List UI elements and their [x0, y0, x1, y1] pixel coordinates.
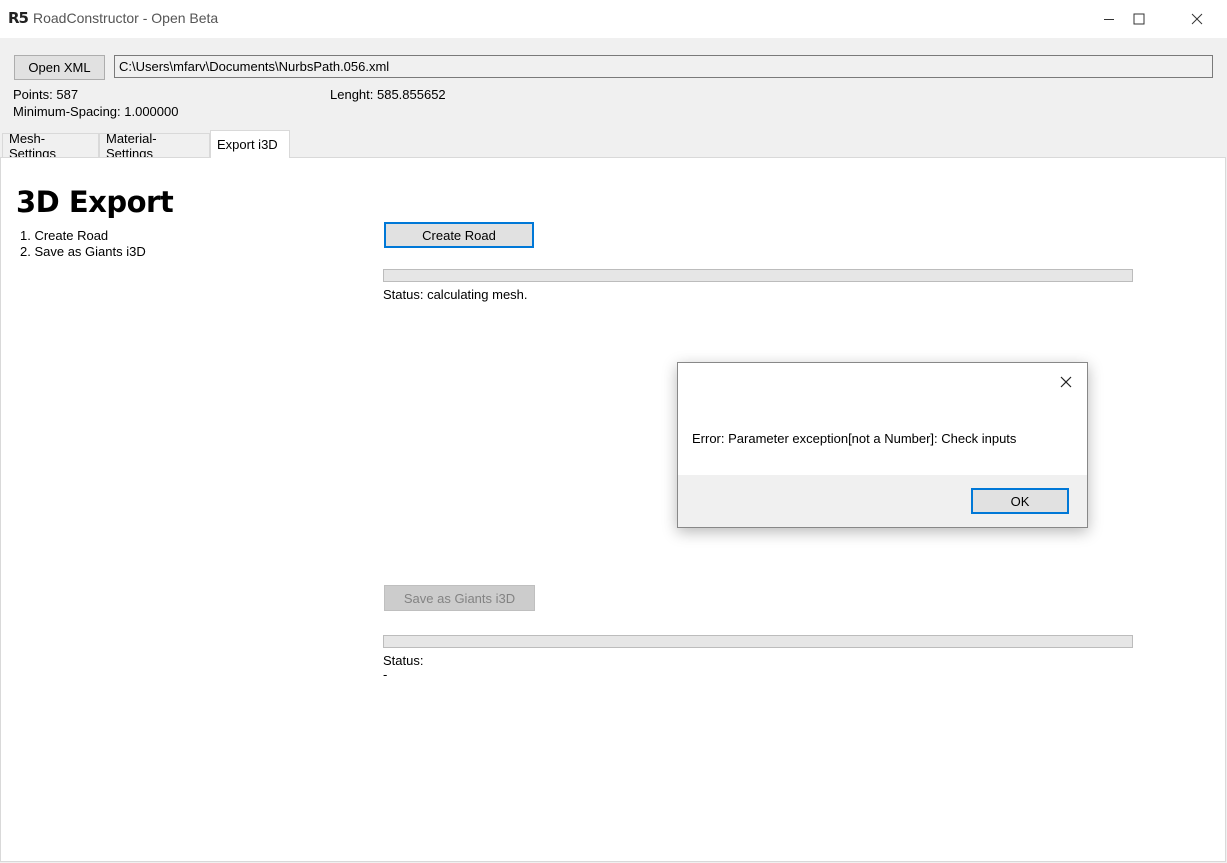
save-status: Status:	[383, 653, 424, 668]
ok-button[interactable]: OK	[971, 488, 1069, 514]
page-title: 3D Export	[16, 185, 174, 219]
window-title: RoadConstructor - Open Beta	[33, 10, 219, 26]
create-progress-bar	[383, 269, 1133, 282]
dialog-message: Error: Parameter exception[not a Number]…	[692, 431, 1017, 446]
close-button[interactable]	[1174, 0, 1220, 38]
dialog-close-button[interactable]	[1052, 369, 1080, 395]
create-status: Status: calculating mesh.	[383, 287, 528, 302]
create-road-button[interactable]: Create Road	[384, 222, 534, 248]
save-giants-i3d-button[interactable]: Save as Giants i3D	[384, 585, 535, 611]
save-status-detail: -	[383, 667, 388, 682]
title-bar: R5 RoadConstructor - Open Beta	[0, 0, 1227, 38]
close-icon	[1060, 376, 1072, 388]
step-create-road: 1. Create Road	[20, 228, 109, 243]
length-label: Lenght: 585.855652	[330, 87, 446, 102]
save-progress-bar	[383, 635, 1133, 648]
tab-mesh-settings[interactable]: Mesh-Settings	[2, 131, 99, 161]
app-logo: R5	[8, 9, 29, 27]
file-path-field[interactable]: C:\Users\mfarv\Documents\NurbsPath.056.x…	[114, 55, 1213, 78]
maximize-button[interactable]	[1116, 0, 1162, 38]
min-spacing-label: Minimum-Spacing: 1.000000	[13, 104, 179, 119]
minimize-icon	[1104, 19, 1114, 20]
maximize-icon	[1133, 13, 1145, 25]
tab-export-i3d[interactable]: Export i3D	[210, 130, 290, 158]
error-dialog: Error: Parameter exception[not a Number]…	[677, 362, 1088, 528]
points-label: Points: 587	[13, 87, 79, 102]
open-xml-button[interactable]: Open XML	[14, 55, 105, 80]
tab-material-settings[interactable]: Material-Settings	[99, 131, 210, 161]
step-save-i3d: 2. Save as Giants i3D	[20, 244, 146, 259]
close-icon	[1191, 13, 1203, 25]
